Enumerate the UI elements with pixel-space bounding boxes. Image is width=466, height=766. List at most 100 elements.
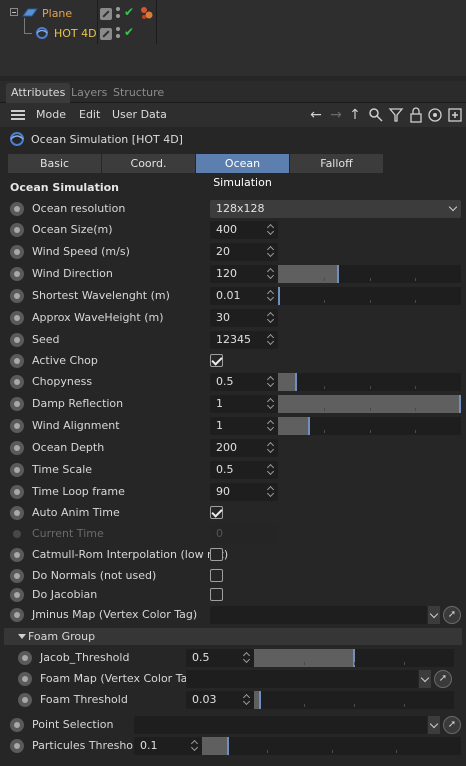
animate-icon[interactable]	[10, 588, 24, 602]
lock-icon[interactable]	[408, 107, 424, 123]
animate-icon[interactable]	[18, 672, 32, 686]
collapse-icon[interactable]	[10, 8, 18, 16]
jacob-threshold-slider[interactable]	[254, 649, 454, 667]
new-panel-icon[interactable]	[447, 107, 463, 123]
search-icon[interactable]	[368, 107, 384, 123]
spinner-icon[interactable]	[268, 375, 275, 389]
spinner-icon[interactable]	[268, 397, 275, 411]
animate-icon[interactable]	[10, 333, 24, 347]
auto-anim-time-checkbox[interactable]	[210, 506, 223, 519]
animate-icon[interactable]	[10, 354, 24, 368]
tab-attributes[interactable]: Attributes	[6, 83, 71, 103]
animate-icon[interactable]	[10, 202, 24, 216]
animate-icon[interactable]	[10, 311, 24, 325]
object-row-plane[interactable]: Plane ✔	[0, 4, 466, 24]
layer-toggle-icon[interactable]	[100, 8, 112, 20]
hamburger-menu-icon[interactable]	[11, 110, 25, 120]
animate-icon[interactable]	[10, 267, 24, 281]
animate-icon[interactable]	[10, 548, 24, 562]
chopyness-slider[interactable]	[278, 373, 461, 391]
arrow-right-icon[interactable]: →	[328, 107, 344, 123]
catmull-rom-checkbox[interactable]	[210, 548, 223, 561]
animate-icon[interactable]	[10, 289, 24, 303]
approx-waveheight-input[interactable]: 30	[210, 309, 278, 327]
foam-group-header[interactable]: Foam Group	[4, 628, 462, 645]
visibility-dots-icon[interactable]	[116, 7, 124, 19]
damp-reflection-slider[interactable]	[278, 395, 461, 413]
layer-toggle-icon[interactable]	[100, 28, 112, 40]
object-name-hot4d[interactable]: HOT 4D	[54, 27, 97, 40]
foam-threshold-input[interactable]: 0.03	[186, 691, 254, 709]
wind-alignment-slider[interactable]	[278, 417, 461, 435]
spinner-icon[interactable]	[268, 419, 275, 433]
animate-icon[interactable]	[10, 441, 24, 455]
resolution-dropdown[interactable]: 128x128	[210, 200, 461, 218]
foam-threshold-slider[interactable]	[254, 691, 454, 709]
spinner-icon[interactable]	[268, 485, 275, 499]
wind-alignment-input[interactable]: 1	[210, 417, 278, 435]
do-normals-checkbox[interactable]	[210, 569, 223, 582]
enabled-check-icon[interactable]: ✔	[124, 5, 134, 19]
animate-icon[interactable]	[10, 245, 24, 259]
animate-icon[interactable]	[10, 419, 24, 433]
time-scale-input[interactable]: 0.5	[210, 461, 278, 479]
filter-icon[interactable]	[388, 107, 404, 123]
wind-direction-input[interactable]: 120	[210, 265, 278, 283]
spinner-icon[interactable]	[268, 267, 275, 281]
animate-icon[interactable]	[18, 651, 32, 665]
particules-threshold-input[interactable]: 0.1	[134, 737, 202, 755]
spinner-icon[interactable]	[268, 311, 275, 325]
tab-basic[interactable]: Basic	[8, 154, 101, 173]
tab-coord[interactable]: Coord.	[102, 154, 195, 173]
tab-structure[interactable]: Structure	[108, 83, 169, 103]
menu-edit[interactable]: Edit	[79, 108, 100, 121]
animate-icon[interactable]	[10, 485, 24, 499]
arrow-up-icon[interactable]: ↑	[347, 107, 363, 123]
expand-triangle-icon[interactable]	[18, 634, 26, 639]
ocean-depth-input[interactable]: 200	[210, 439, 278, 457]
chevron-down-icon[interactable]	[428, 606, 440, 624]
tag-material-icon[interactable]	[140, 6, 154, 20]
point-selection-link-field[interactable]	[134, 716, 427, 734]
shortest-wavelength-slider[interactable]	[278, 287, 461, 305]
arrow-left-icon[interactable]: ←	[308, 107, 324, 123]
wind-direction-slider[interactable]	[278, 265, 461, 283]
menu-user-data[interactable]: User Data	[112, 108, 167, 121]
spinner-icon[interactable]	[244, 693, 251, 707]
jacob-threshold-input[interactable]: 0.5	[186, 649, 254, 667]
animate-icon[interactable]	[10, 375, 24, 389]
tab-falloff[interactable]: Falloff	[290, 154, 383, 173]
enabled-check-icon[interactable]: ✔	[124, 25, 134, 39]
animate-icon[interactable]	[18, 693, 32, 707]
shortest-wavelength-input[interactable]: 0.01	[210, 287, 278, 305]
tab-ocean-simulation[interactable]: Ocean Simulation	[196, 154, 289, 189]
animate-icon[interactable]	[10, 739, 24, 753]
spinner-icon[interactable]	[268, 245, 275, 259]
seed-input[interactable]: 12345	[210, 331, 278, 349]
object-name-plane[interactable]: Plane	[42, 7, 72, 20]
animate-icon[interactable]	[10, 463, 24, 477]
spinner-icon[interactable]	[268, 289, 275, 303]
animate-icon[interactable]	[10, 608, 24, 622]
ocean-size-input[interactable]: 400	[210, 221, 278, 239]
pick-object-icon[interactable]: ➚	[443, 606, 461, 624]
target-icon[interactable]	[427, 107, 443, 123]
damp-reflection-input[interactable]: 1	[210, 395, 278, 413]
spinner-icon[interactable]	[268, 441, 275, 455]
spinner-icon[interactable]	[244, 651, 251, 665]
spinner-icon[interactable]	[268, 223, 275, 237]
foam-map-link-field[interactable]	[186, 670, 418, 688]
animate-icon[interactable]	[10, 718, 24, 732]
chopyness-input[interactable]: 0.5	[210, 373, 278, 391]
jminus-map-link-field[interactable]	[210, 606, 427, 624]
visibility-dots-icon[interactable]	[116, 27, 124, 39]
spinner-icon[interactable]	[268, 463, 275, 477]
animate-icon[interactable]	[10, 569, 24, 583]
tab-layers[interactable]: Layers	[66, 83, 112, 103]
time-loop-frame-input[interactable]: 90	[210, 483, 278, 501]
chevron-down-icon[interactable]	[419, 670, 431, 688]
spinner-icon[interactable]	[268, 333, 275, 347]
animate-icon[interactable]	[10, 397, 24, 411]
object-row-hot4d[interactable]: HOT 4D ✔	[0, 18, 466, 44]
animate-icon[interactable]	[10, 223, 24, 237]
